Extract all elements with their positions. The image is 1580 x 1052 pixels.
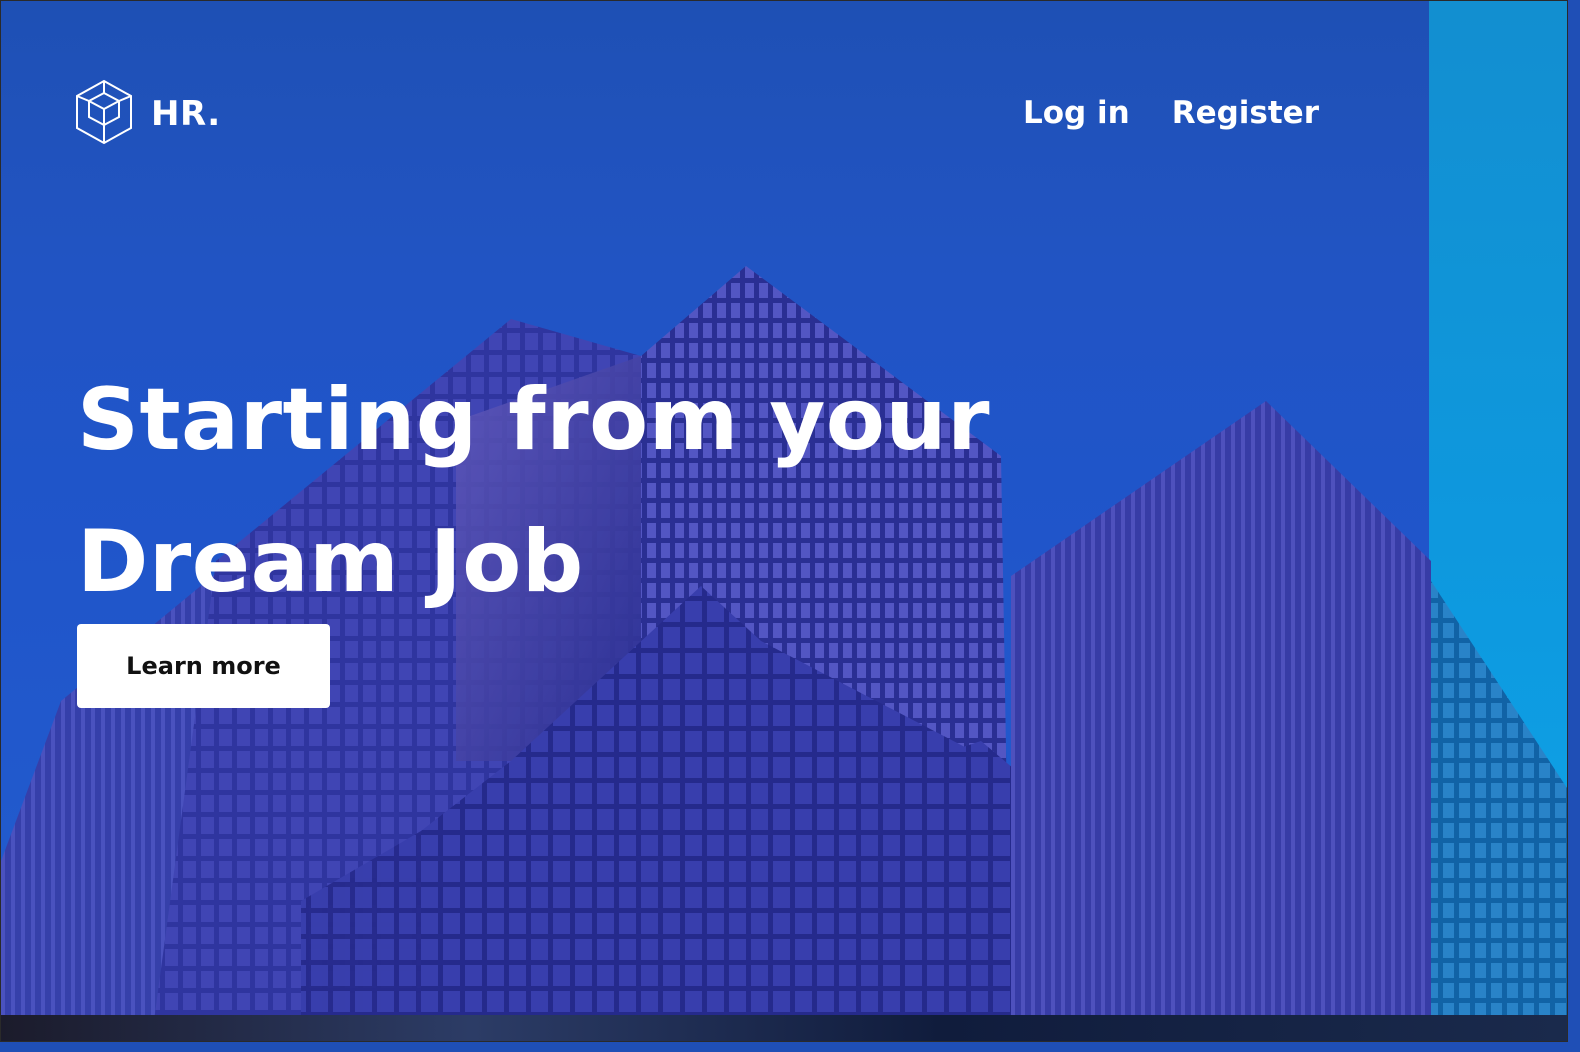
hero-headline: Starting from your Dream Job (77, 349, 1077, 633)
brand-name: HR. (151, 94, 221, 134)
learn-more-button[interactable]: Learn more (77, 624, 330, 708)
login-link[interactable]: Log in (1023, 95, 1130, 131)
brand-logo[interactable]: HR. (75, 79, 221, 149)
headline-line-2: Dream Job (77, 512, 584, 612)
headline-line-1: Starting from your (77, 370, 991, 470)
page-frame: HR. Log in Register Starting from your D… (0, 0, 1568, 1042)
bottom-image-strip (1, 1015, 1567, 1041)
register-link[interactable]: Register (1172, 95, 1319, 131)
top-nav: Log in Register (1023, 95, 1319, 131)
cube-icon (75, 79, 133, 149)
